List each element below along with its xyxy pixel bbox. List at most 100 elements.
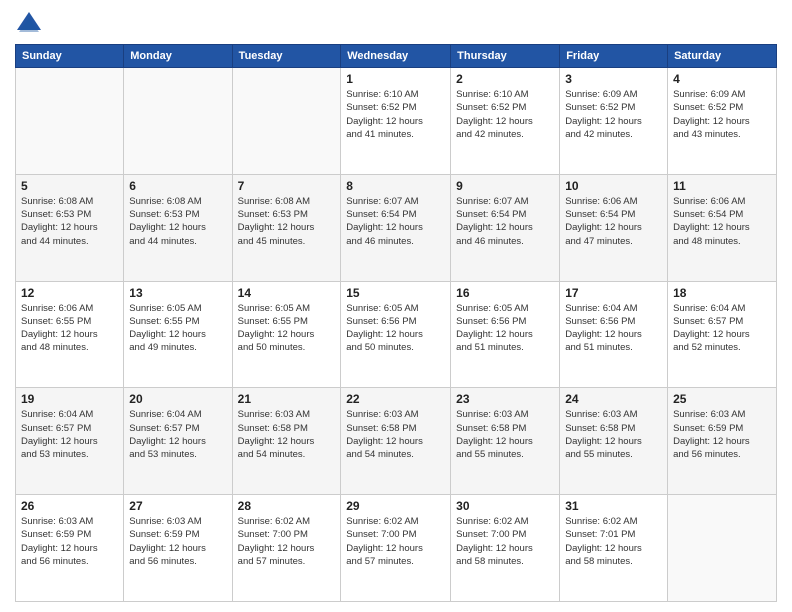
calendar-day-header: Thursday <box>451 45 560 68</box>
calendar-cell: 11 Sunrise: 6:06 AM Sunset: 6:54 PM Dayli… <box>668 174 777 281</box>
calendar-cell: 26 Sunrise: 6:03 AM Sunset: 6:59 PM Dayli… <box>16 495 124 602</box>
calendar-cell: 23 Sunrise: 6:03 AM Sunset: 6:58 PM Dayli… <box>451 388 560 495</box>
day-info: Sunrise: 6:03 AM Sunset: 6:58 PM Dayligh… <box>238 408 336 461</box>
day-number: 20 <box>129 392 226 406</box>
calendar-cell: 3 Sunrise: 6:09 AM Sunset: 6:52 PM Daylig… <box>560 68 668 175</box>
calendar-cell: 5 Sunrise: 6:08 AM Sunset: 6:53 PM Daylig… <box>16 174 124 281</box>
day-number: 19 <box>21 392 118 406</box>
calendar-week-row: 19 Sunrise: 6:04 AM Sunset: 6:57 PM Dayli… <box>16 388 777 495</box>
calendar-week-row: 12 Sunrise: 6:06 AM Sunset: 6:55 PM Dayli… <box>16 281 777 388</box>
calendar-cell: 15 Sunrise: 6:05 AM Sunset: 6:56 PM Dayli… <box>341 281 451 388</box>
calendar-cell: 24 Sunrise: 6:03 AM Sunset: 6:58 PM Dayli… <box>560 388 668 495</box>
calendar-cell <box>232 68 341 175</box>
day-number: 8 <box>346 179 445 193</box>
day-info: Sunrise: 6:02 AM Sunset: 7:00 PM Dayligh… <box>346 515 445 568</box>
calendar-cell: 17 Sunrise: 6:04 AM Sunset: 6:56 PM Dayli… <box>560 281 668 388</box>
day-info: Sunrise: 6:06 AM Sunset: 6:54 PM Dayligh… <box>565 195 662 248</box>
day-number: 9 <box>456 179 554 193</box>
day-number: 3 <box>565 72 662 86</box>
day-number: 23 <box>456 392 554 406</box>
calendar-cell <box>124 68 232 175</box>
calendar-cell <box>668 495 777 602</box>
day-info: Sunrise: 6:04 AM Sunset: 6:57 PM Dayligh… <box>129 408 226 461</box>
day-number: 5 <box>21 179 118 193</box>
day-number: 4 <box>673 72 771 86</box>
calendar-day-header: Friday <box>560 45 668 68</box>
calendar-day-header: Monday <box>124 45 232 68</box>
day-info: Sunrise: 6:05 AM Sunset: 6:56 PM Dayligh… <box>346 302 445 355</box>
day-number: 30 <box>456 499 554 513</box>
day-info: Sunrise: 6:02 AM Sunset: 7:00 PM Dayligh… <box>456 515 554 568</box>
day-info: Sunrise: 6:03 AM Sunset: 6:59 PM Dayligh… <box>21 515 118 568</box>
day-info: Sunrise: 6:09 AM Sunset: 6:52 PM Dayligh… <box>673 88 771 141</box>
calendar-cell: 4 Sunrise: 6:09 AM Sunset: 6:52 PM Daylig… <box>668 68 777 175</box>
day-info: Sunrise: 6:07 AM Sunset: 6:54 PM Dayligh… <box>346 195 445 248</box>
day-info: Sunrise: 6:05 AM Sunset: 6:56 PM Dayligh… <box>456 302 554 355</box>
day-number: 11 <box>673 179 771 193</box>
day-number: 22 <box>346 392 445 406</box>
day-info: Sunrise: 6:06 AM Sunset: 6:54 PM Dayligh… <box>673 195 771 248</box>
calendar-cell <box>16 68 124 175</box>
day-info: Sunrise: 6:03 AM Sunset: 6:58 PM Dayligh… <box>456 408 554 461</box>
day-number: 1 <box>346 72 445 86</box>
day-info: Sunrise: 6:02 AM Sunset: 7:00 PM Dayligh… <box>238 515 336 568</box>
day-info: Sunrise: 6:04 AM Sunset: 6:56 PM Dayligh… <box>565 302 662 355</box>
calendar-cell: 30 Sunrise: 6:02 AM Sunset: 7:00 PM Dayli… <box>451 495 560 602</box>
calendar-cell: 1 Sunrise: 6:10 AM Sunset: 6:52 PM Daylig… <box>341 68 451 175</box>
calendar-cell: 16 Sunrise: 6:05 AM Sunset: 6:56 PM Dayli… <box>451 281 560 388</box>
logo <box>15 10 47 38</box>
day-info: Sunrise: 6:03 AM Sunset: 6:59 PM Dayligh… <box>129 515 226 568</box>
day-number: 25 <box>673 392 771 406</box>
calendar-cell: 21Sunrise: 6:03 AM Sunset: 6:58 PM Dayli… <box>232 388 341 495</box>
calendar-day-header: Wednesday <box>341 45 451 68</box>
day-number: 15 <box>346 286 445 300</box>
calendar-week-row: 26 Sunrise: 6:03 AM Sunset: 6:59 PM Dayli… <box>16 495 777 602</box>
calendar-cell: 27Sunrise: 6:03 AM Sunset: 6:59 PM Dayli… <box>124 495 232 602</box>
day-number: 29 <box>346 499 445 513</box>
day-info: Sunrise: 6:09 AM Sunset: 6:52 PM Dayligh… <box>565 88 662 141</box>
day-number: 28 <box>238 499 336 513</box>
day-info: Sunrise: 6:06 AM Sunset: 6:55 PM Dayligh… <box>21 302 118 355</box>
day-number: 12 <box>21 286 118 300</box>
day-info: Sunrise: 6:04 AM Sunset: 6:57 PM Dayligh… <box>21 408 118 461</box>
day-number: 14 <box>238 286 336 300</box>
day-number: 6 <box>129 179 226 193</box>
day-info: Sunrise: 6:02 AM Sunset: 7:01 PM Dayligh… <box>565 515 662 568</box>
logo-icon <box>15 10 43 38</box>
day-info: Sunrise: 6:05 AM Sunset: 6:55 PM Dayligh… <box>129 302 226 355</box>
day-number: 16 <box>456 286 554 300</box>
header <box>15 10 777 38</box>
day-number: 26 <box>21 499 118 513</box>
calendar-cell: 13 Sunrise: 6:05 AM Sunset: 6:55 PM Dayli… <box>124 281 232 388</box>
calendar-cell: 10 Sunrise: 6:06 AM Sunset: 6:54 PM Dayli… <box>560 174 668 281</box>
day-info: Sunrise: 6:10 AM Sunset: 6:52 PM Dayligh… <box>346 88 445 141</box>
day-info: Sunrise: 6:03 AM Sunset: 6:58 PM Dayligh… <box>346 408 445 461</box>
calendar-cell: 2 Sunrise: 6:10 AM Sunset: 6:52 PM Daylig… <box>451 68 560 175</box>
calendar-cell: 29 Sunrise: 6:02 AM Sunset: 7:00 PM Dayli… <box>341 495 451 602</box>
calendar-cell: 25 Sunrise: 6:03 AM Sunset: 6:59 PM Dayli… <box>668 388 777 495</box>
day-number: 24 <box>565 392 662 406</box>
day-info: Sunrise: 6:08 AM Sunset: 6:53 PM Dayligh… <box>129 195 226 248</box>
day-info: Sunrise: 6:04 AM Sunset: 6:57 PM Dayligh… <box>673 302 771 355</box>
calendar-cell: 9 Sunrise: 6:07 AM Sunset: 6:54 PM Daylig… <box>451 174 560 281</box>
calendar-day-header: Tuesday <box>232 45 341 68</box>
calendar-cell: 8 Sunrise: 6:07 AM Sunset: 6:54 PM Daylig… <box>341 174 451 281</box>
day-number: 2 <box>456 72 554 86</box>
day-info: Sunrise: 6:03 AM Sunset: 6:58 PM Dayligh… <box>565 408 662 461</box>
calendar-cell: 6 Sunrise: 6:08 AM Sunset: 6:53 PM Daylig… <box>124 174 232 281</box>
calendar-cell: 20 Sunrise: 6:04 AM Sunset: 6:57 PM Dayli… <box>124 388 232 495</box>
calendar-cell: 12 Sunrise: 6:06 AM Sunset: 6:55 PM Dayli… <box>16 281 124 388</box>
day-number: 10 <box>565 179 662 193</box>
calendar-cell: 19 Sunrise: 6:04 AM Sunset: 6:57 PM Dayli… <box>16 388 124 495</box>
calendar-day-header: Sunday <box>16 45 124 68</box>
day-info: Sunrise: 6:08 AM Sunset: 6:53 PM Dayligh… <box>21 195 118 248</box>
day-info: Sunrise: 6:03 AM Sunset: 6:59 PM Dayligh… <box>673 408 771 461</box>
day-number: 7 <box>238 179 336 193</box>
day-number: 13 <box>129 286 226 300</box>
day-info: Sunrise: 6:05 AM Sunset: 6:55 PM Dayligh… <box>238 302 336 355</box>
day-number: 31 <box>565 499 662 513</box>
calendar-header-row: SundayMondayTuesdayWednesdayThursdayFrid… <box>16 45 777 68</box>
day-number: 17 <box>565 286 662 300</box>
day-info: Sunrise: 6:07 AM Sunset: 6:54 PM Dayligh… <box>456 195 554 248</box>
day-info: Sunrise: 6:10 AM Sunset: 6:52 PM Dayligh… <box>456 88 554 141</box>
